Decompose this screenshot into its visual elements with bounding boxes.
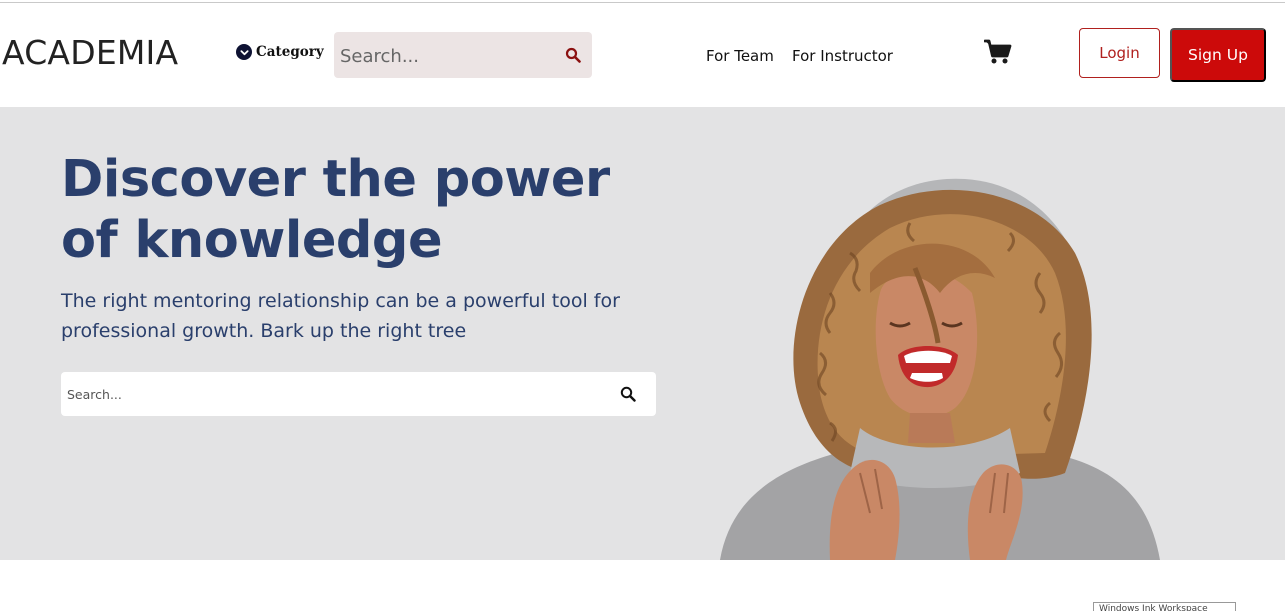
windows-ink-workspace-tooltip: Windows Ink Workspace [1093,602,1236,611]
hero-search-input[interactable] [67,383,587,405]
category-label: Category [256,44,324,60]
nav-search-input[interactable] [340,42,550,70]
hero-student-photo [720,178,1160,560]
category-dropdown[interactable]: Category [236,44,324,60]
nav-link-for-instructor[interactable]: For Instructor [792,47,893,65]
hero-title: Discover the power of knowledge [61,150,610,270]
logo[interactable]: ACADEMIA [2,33,178,72]
search-icon[interactable] [620,386,636,402]
shopping-cart-icon[interactable] [984,39,1012,65]
navbar: ACADEMIA Category For Team For Instructo… [0,3,1285,107]
hero-search-box [61,372,656,416]
search-icon[interactable] [565,47,581,63]
login-button[interactable]: Login [1079,28,1160,78]
nav-link-for-team[interactable]: For Team [706,47,774,65]
hero-subtitle: The right mentoring relationship can be … [61,290,620,342]
signup-button[interactable]: Sign Up [1170,28,1266,82]
hero-section: Discover the power of knowledge The righ… [0,107,1285,560]
nav-search-box [334,32,592,78]
chevron-down-circle-icon [236,44,252,60]
